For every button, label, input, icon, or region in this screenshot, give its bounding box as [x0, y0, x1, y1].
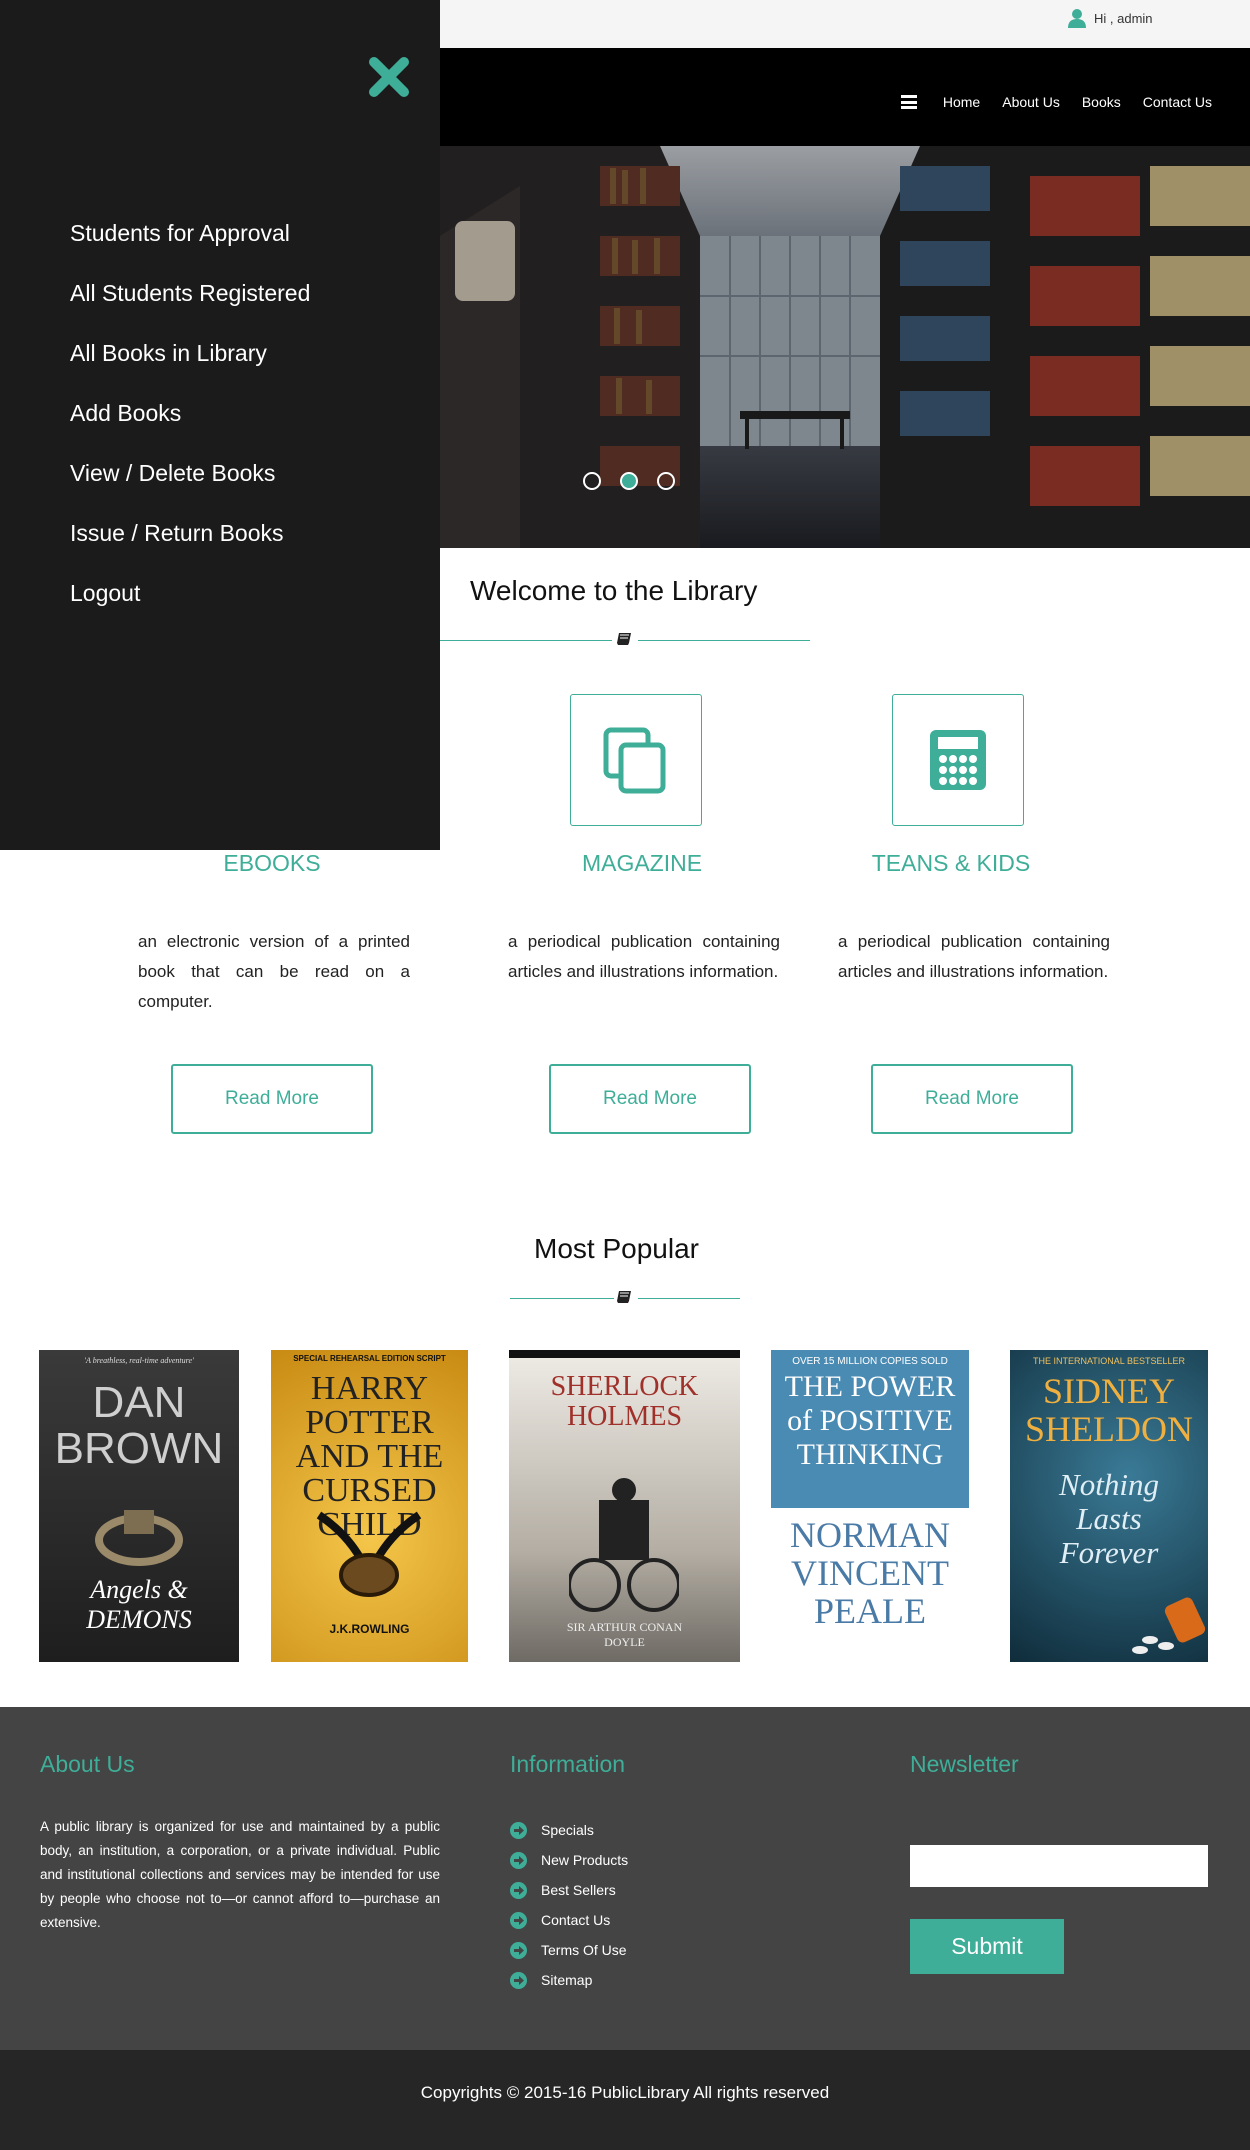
nav-contact-us[interactable]: Contact Us: [1143, 94, 1212, 110]
copyright-bar: Copyrights © 2015-16 PublicLibrary All r…: [0, 2050, 1250, 2150]
slider-dot-3[interactable]: [657, 472, 675, 490]
book-author: DAN BROWN: [54, 1378, 224, 1473]
read-more-ebooks-button[interactable]: Read More: [171, 1064, 373, 1134]
slider-dot-1[interactable]: [583, 472, 601, 490]
arrow-right-icon: [510, 1821, 527, 1839]
sidebar-item-logout[interactable]: Logout: [70, 576, 310, 636]
carriage-illustration: [569, 1478, 679, 1612]
sidebar-item-students-for-approval[interactable]: Students for Approval: [70, 216, 310, 276]
book-icon: [617, 1291, 631, 1303]
sidebar-item-all-students-registered[interactable]: All Students Registered: [70, 276, 310, 336]
footer-about-title: About Us: [40, 1751, 135, 1777]
nav-menu: Home About Us Books Contact Us: [900, 94, 1212, 110]
book-cover-power-positive-thinking[interactable]: OVER 15 MILLION COPIES SOLD THE POWER of…: [771, 1350, 969, 1662]
welcome-divider: [440, 630, 810, 650]
nav-books[interactable]: Books: [1082, 94, 1121, 110]
sidebar-item-add-books[interactable]: Add Books: [70, 396, 310, 456]
feature-title-teens-kids: TEANS & KIDS: [871, 850, 1031, 876]
welcome-title: Welcome to the Library: [470, 575, 758, 606]
close-icon[interactable]: [368, 56, 410, 98]
slider-dots: [583, 472, 675, 490]
arrow-right-icon: [510, 1881, 527, 1899]
sidebar-item-all-books[interactable]: All Books in Library: [70, 336, 310, 396]
slider-dot-2[interactable]: [620, 472, 638, 490]
pills-illustration: [1132, 1597, 1206, 1654]
footer-about-text: A public library is organized for use an…: [40, 1819, 440, 1930]
nest-illustration: [316, 1511, 422, 1597]
book-author: J.K.ROWLING: [329, 1622, 410, 1636]
feature-title-ebooks: EBOOKS: [223, 850, 321, 876]
hamburger-icon[interactable]: [900, 95, 917, 109]
teens-kids-icon-box: [892, 694, 1024, 826]
book-author: SIDNEY SHELDON: [1025, 1371, 1193, 1449]
footer-link-specials[interactable]: Specials: [510, 1815, 628, 1845]
book-title: Nothing Lasts Forever: [1059, 1467, 1159, 1570]
footer-info-title: Information: [510, 1751, 626, 1777]
footer-link-sitemap[interactable]: Sitemap: [510, 1965, 628, 1995]
footer: About Us A public library is organized f…: [0, 1707, 1250, 2050]
arrow-right-icon: [510, 1851, 527, 1869]
admin-sidebar: Students for Approval All Students Regis…: [0, 0, 440, 850]
footer-link-new-products[interactable]: New Products: [510, 1845, 628, 1875]
newsletter-email-input[interactable]: [910, 1845, 1208, 1887]
footer-link-contact-us[interactable]: Contact Us: [510, 1905, 628, 1935]
popular-divider: [510, 1288, 740, 1308]
read-more-magazine-button[interactable]: Read More: [549, 1064, 751, 1134]
arrow-right-icon: [510, 1941, 527, 1959]
arrow-right-icon: [510, 1971, 527, 1989]
sidebar-menu: Students for Approval All Students Regis…: [70, 216, 310, 636]
calculator-icon: [930, 730, 986, 790]
ring-illustration: [95, 1510, 183, 1566]
book-title: THE POWER of POSITIVE THINKING: [784, 1370, 956, 1471]
footer-newsletter-title: Newsletter: [910, 1751, 1019, 1777]
footer-info-list: Specials New Products Best Sellers Conta…: [510, 1815, 628, 1995]
book-author: NORMAN VINCENT PEALE: [789, 1515, 950, 1631]
copyright-text: Copyrights © 2015-16 PublicLibrary All r…: [420, 2083, 830, 2102]
newsletter-submit-button[interactable]: Submit: [910, 1919, 1064, 1974]
nav-home[interactable]: Home: [943, 94, 980, 110]
book-cover-angels-demons[interactable]: 'A breathless, real-time adventure' DAN …: [39, 1350, 239, 1662]
footer-link-terms-of-use[interactable]: Terms Of Use: [510, 1935, 628, 1965]
sidebar-item-issue-return-books[interactable]: Issue / Return Books: [70, 516, 310, 576]
feature-text-ebooks: an electronic version of a printed book …: [138, 932, 410, 1011]
book-title: Angels & DEMONS: [86, 1575, 192, 1634]
most-popular-title: Most Popular: [534, 1233, 699, 1264]
nav-about-us[interactable]: About Us: [1002, 94, 1060, 110]
sidebar-item-view-delete-books[interactable]: View / Delete Books: [70, 456, 310, 516]
feature-title-magazine: MAGAZINE: [581, 850, 703, 876]
feature-text-teens-kids: a periodical publication containing arti…: [838, 932, 1110, 981]
book-title: SHERLOCK HOLMES: [550, 1371, 699, 1432]
read-more-teens-kids-button[interactable]: Read More: [871, 1064, 1073, 1134]
greeting-text: Hi , admin: [1094, 10, 1153, 26]
user-greeting[interactable]: Hi , admin: [1068, 8, 1153, 28]
magazine-icon-box: [570, 694, 702, 826]
book-cover-harry-potter[interactable]: SPECIAL REHEARSAL EDITION SCRIPT HARRY P…: [271, 1350, 468, 1662]
book-cover-sherlock-holmes[interactable]: SHERLOCK HOLMES SIR ARTHUR CONAN DOYLE: [509, 1350, 740, 1662]
book-cover-nothing-lasts-forever[interactable]: THE INTERNATIONAL BESTSELLER SIDNEY SHEL…: [1010, 1350, 1208, 1662]
feature-text-magazine: a periodical publication containing arti…: [508, 932, 780, 981]
user-icon: [1068, 9, 1086, 28]
book-author: SIR ARTHUR CONAN DOYLE: [566, 1620, 683, 1649]
copy-icon: [603, 727, 666, 794]
book-icon: [617, 633, 631, 645]
arrow-right-icon: [510, 1911, 527, 1929]
footer-link-best-sellers[interactable]: Best Sellers: [510, 1875, 628, 1905]
